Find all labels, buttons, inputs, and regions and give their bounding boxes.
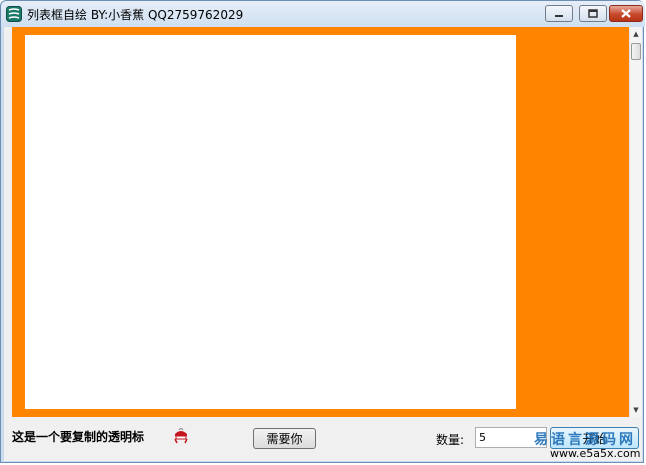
watermark-site-name: 易语言源码网 xyxy=(534,432,636,448)
watermark-url: www.e5a5x.com xyxy=(550,447,641,460)
window-title: 列表框自绘 BY:小香蕉 QQ2759762029 xyxy=(27,8,244,22)
maximize-button[interactable] xyxy=(579,5,607,22)
owner-drawn-listbox[interactable] xyxy=(12,27,629,417)
vertical-scrollbar[interactable]: ▲ ▼ xyxy=(629,27,642,417)
listbox-item-area[interactable] xyxy=(25,35,516,409)
minimize-button[interactable] xyxy=(545,5,573,22)
minimize-icon xyxy=(555,15,563,17)
scroll-down-arrow-icon[interactable]: ▼ xyxy=(630,403,642,417)
scroll-up-arrow-icon[interactable]: ▲ xyxy=(630,27,642,41)
main-window: 列表框自绘 BY:小香蕉 QQ2759762029 ▲ ▼ 这是一个要复制的透明… xyxy=(0,0,645,463)
maximize-icon xyxy=(588,9,598,18)
app-logo-icon xyxy=(6,6,22,22)
quantity-label: 数量: xyxy=(436,433,465,447)
close-icon xyxy=(621,9,631,18)
client-area: ▲ ▼ 这是一个要复制的透明标 需要你 数量: 开始 易语言源码网 www.e5… xyxy=(4,27,642,461)
need-you-button[interactable]: 需要你 xyxy=(253,428,316,449)
scroll-thumb[interactable] xyxy=(631,43,641,60)
red-figure-icon xyxy=(174,428,188,444)
transparent-label: 这是一个要复制的透明标 xyxy=(12,430,145,444)
title-bar[interactable]: 列表框自绘 BY:小香蕉 QQ2759762029 xyxy=(1,1,645,27)
close-button[interactable] xyxy=(609,5,643,22)
